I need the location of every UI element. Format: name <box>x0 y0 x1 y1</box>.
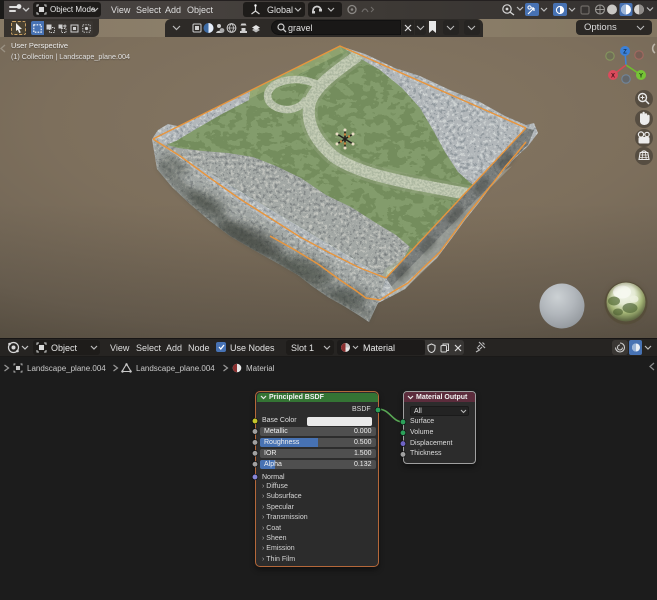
svg-text:Z: Z <box>623 49 627 55</box>
svg-text:Y: Y <box>639 73 643 79</box>
svg-text:X: X <box>611 73 615 79</box>
